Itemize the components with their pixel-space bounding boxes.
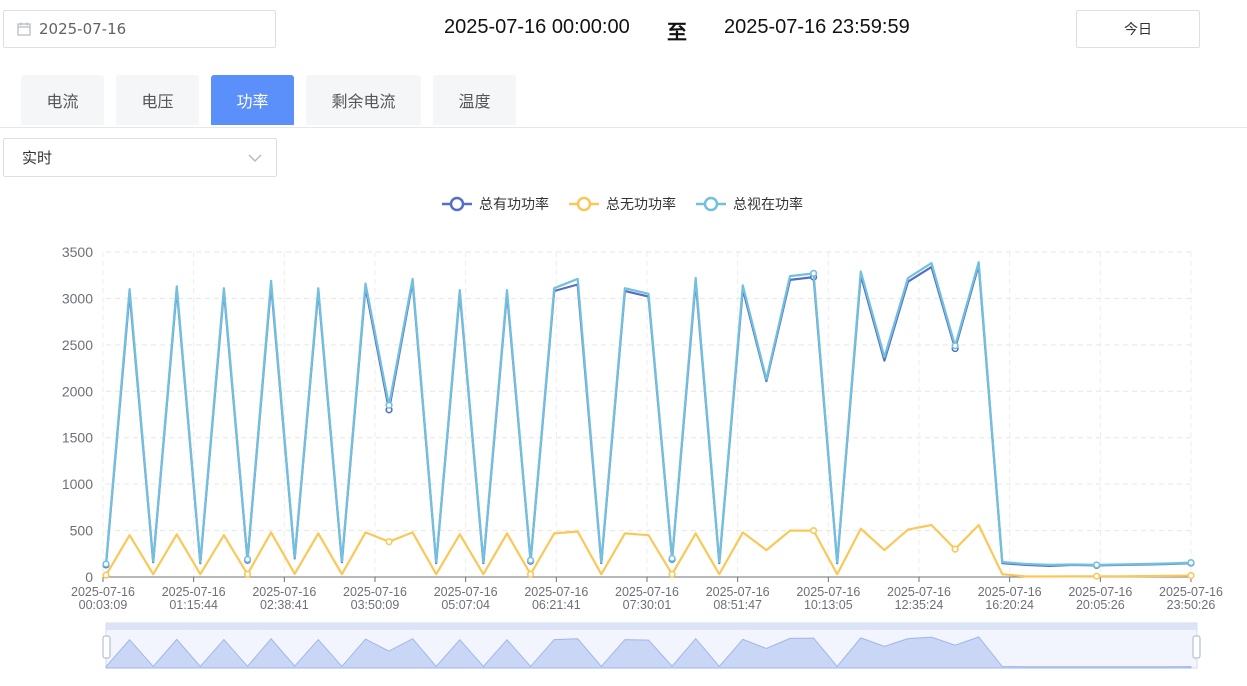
legend-marker [576, 196, 592, 212]
data-point [102, 571, 110, 579]
y-tick-label: 1000 [62, 476, 93, 492]
power-line-chart: 0 500 1000 1500 2000 2500 3000 3500 2025-07-16 00… [62, 196, 1223, 669]
data-point [102, 560, 110, 568]
y-tick-label: 1500 [62, 430, 93, 446]
data-point [668, 570, 676, 578]
x-tick-label: 2025-07-16 06:21:41 [524, 585, 588, 612]
zoom-handle-right[interactable] [1192, 635, 1201, 659]
y-tick-label: 2500 [62, 337, 93, 353]
tab-current[interactable]: 电流 [21, 75, 104, 125]
data-point [1187, 572, 1195, 580]
range-separator: 至 [667, 22, 687, 44]
legend-marker [449, 196, 465, 212]
x-tick-label: 2025-07-16 10:13:05 [796, 585, 860, 612]
x-tick-label: 2025-07-16 16:20:24 [978, 585, 1042, 612]
data-point [810, 526, 818, 535]
today-button[interactable]: 今日 [1076, 10, 1200, 48]
data-point [243, 555, 252, 563]
legend-label: 总无功功率 [606, 196, 676, 212]
zoom-slider-handle-bar [106, 623, 1197, 630]
x-tick-label: 2025-07-16 20:05:26 [1068, 585, 1132, 612]
data-point [1093, 572, 1101, 580]
zoom-handle-left[interactable] [102, 635, 111, 659]
y-tick-label: 0 [85, 569, 93, 585]
y-tick-label: 3500 [62, 244, 93, 260]
tab-power[interactable]: 功率 [211, 75, 294, 125]
x-tick-label: 2025-07-16 03:50:09 [343, 585, 407, 612]
data-point [810, 269, 818, 277]
x-tick-label: 2025-07-16 00:03:09 [71, 585, 135, 612]
y-tick-label: 3000 [62, 290, 93, 306]
data-point [668, 554, 676, 563]
x-tick-label: 2025-07-16 05:07:04 [434, 585, 498, 612]
data-point [243, 570, 252, 578]
data-point [951, 545, 959, 553]
chevron-down-icon [248, 149, 262, 167]
mode-select[interactable]: 实时 [3, 138, 277, 177]
x-tick-label: 2025-07-16 02:38:41 [252, 585, 316, 612]
data-point [1093, 561, 1101, 569]
x-tick-label: 2025-07-16 23:50:26 [1159, 585, 1223, 612]
data-point [951, 342, 959, 350]
data-point [526, 570, 535, 578]
tab-residual-current[interactable]: 剩余电流 [306, 75, 421, 125]
y-tick-label: 2000 [62, 383, 93, 399]
x-tick-label: 2025-07-16 07:30:01 [615, 585, 679, 612]
data-point [385, 538, 393, 546]
series-line-1 [105, 523, 1192, 578]
data-point [526, 556, 535, 564]
x-tick-label: 2025-07-16 08:51:47 [706, 585, 770, 612]
tab-temperature[interactable]: 温度 [433, 75, 516, 125]
legend-label: 总有功功率 [479, 196, 549, 212]
y-tick-label: 500 [70, 523, 94, 539]
x-tick-label: 2025-07-16 01:15:44 [162, 585, 226, 612]
legend-label: 总视在功率 [733, 196, 803, 212]
legend-marker [703, 196, 719, 212]
x-tick-label: 2025-07-16 12:35:24 [887, 585, 951, 612]
data-point [385, 401, 393, 409]
range-end: 2025-07-16 23:59:59 [724, 16, 910, 38]
range-start: 2025-07-16 00:00:00 [444, 16, 630, 38]
time-range: 2025-07-16 00:00:00 至 2025-07-16 23:59:5… [0, 16, 1247, 44]
metric-tabs: 电流 电压 功率 剩余电流 温度 [0, 75, 1247, 128]
tab-voltage[interactable]: 电压 [116, 75, 199, 125]
mode-select-value: 实时 [22, 149, 53, 167]
data-point [1187, 559, 1195, 567]
